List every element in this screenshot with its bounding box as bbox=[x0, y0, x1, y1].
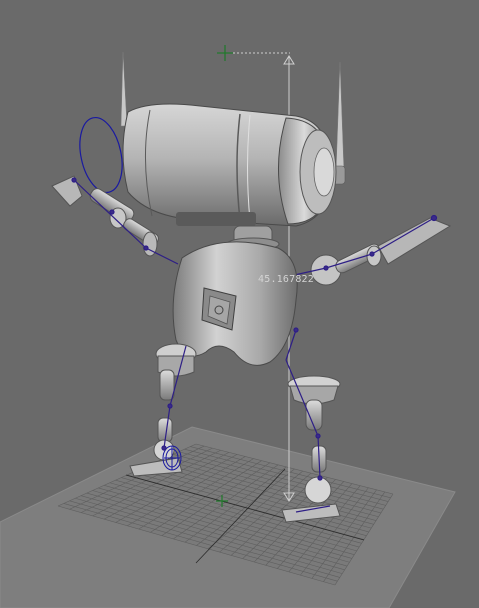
head-control-curve[interactable] bbox=[74, 114, 129, 197]
robot-head[interactable] bbox=[122, 103, 337, 227]
ground-grid bbox=[0, 426, 456, 608]
right-antenna bbox=[335, 61, 345, 173]
right-arm[interactable] bbox=[289, 214, 452, 286]
scene-canvas[interactable] bbox=[0, 0, 479, 608]
maya-viewport[interactable]: 45.167822 bbox=[0, 0, 479, 608]
left-antenna bbox=[120, 51, 128, 127]
robot-torso[interactable] bbox=[172, 241, 298, 366]
top-locator bbox=[217, 45, 233, 61]
left-hand bbox=[51, 175, 83, 207]
right-hand bbox=[377, 217, 452, 265]
